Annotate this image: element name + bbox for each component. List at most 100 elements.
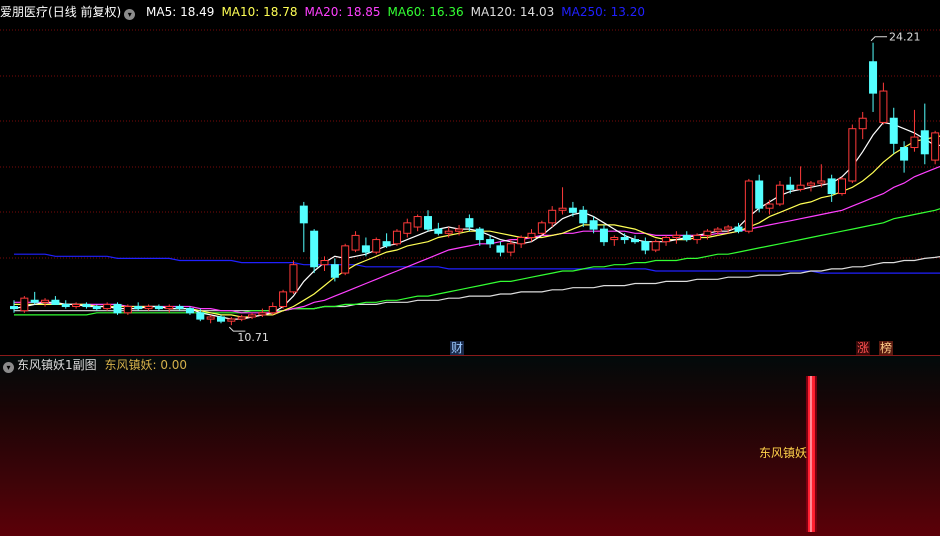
candle-body	[196, 312, 205, 320]
candle-body	[496, 245, 505, 253]
ma5-line	[13, 121, 940, 320]
low-marker-label: 10.71	[237, 331, 269, 344]
candle-body	[10, 306, 18, 310]
candle-body	[838, 178, 846, 195]
candle-body	[589, 220, 598, 230]
candle-body	[61, 303, 70, 308]
candle-body	[51, 299, 60, 305]
stock-name[interactable]: 爱朋医疗	[0, 5, 48, 19]
candle-body	[206, 316, 215, 320]
candle-body	[165, 306, 174, 310]
candle-body	[392, 230, 401, 245]
candle-body	[103, 303, 112, 310]
candle-body	[568, 207, 577, 213]
candle-body	[527, 232, 536, 238]
candle-body	[734, 226, 743, 232]
bang-tag[interactable]: 榜	[879, 341, 894, 355]
zhang-tag[interactable]: 涨	[856, 341, 871, 355]
candle-body	[123, 306, 132, 314]
candle-body	[765, 203, 774, 209]
candle-body	[786, 184, 795, 190]
candle-body	[82, 303, 91, 308]
candle-body	[258, 312, 267, 316]
candle-body	[486, 239, 495, 245]
candle-body	[755, 180, 764, 209]
candle-body	[517, 236, 526, 245]
signal-bar-highlight	[809, 376, 812, 532]
main-header: 爱朋医疗(日线 前复权) ▾ MA5: 18.49 MA10: 18.78 MA20:…	[0, 3, 652, 21]
ma-legend-item: MA5: 18.49	[146, 5, 215, 19]
candle-body	[672, 234, 681, 238]
indicator-label: 东风镇妖:	[104, 358, 157, 372]
sub-header: ▾ 东风镇妖1副图 东风镇妖: 0.00	[0, 356, 187, 374]
candle-body	[775, 184, 784, 205]
candle-body	[299, 205, 308, 224]
candle-body	[413, 216, 422, 228]
candle-body	[330, 264, 339, 278]
candle-body	[920, 130, 929, 155]
candle-body	[372, 239, 381, 253]
ma60-line	[14, 208, 940, 316]
candle-body	[268, 306, 277, 314]
indicator-value: 0.00	[160, 358, 188, 372]
chevron-down-icon[interactable]: ▾	[3, 362, 14, 373]
candle-body	[703, 230, 712, 236]
sub-title[interactable]: 东风镇妖1副图	[17, 358, 97, 372]
candle-body	[382, 241, 391, 247]
candle-body	[227, 318, 236, 322]
candle-body	[113, 303, 122, 314]
candle-body	[310, 230, 319, 268]
candle-body	[248, 314, 257, 318]
candle-body	[30, 299, 39, 303]
candle-body	[475, 228, 484, 241]
candle-body	[320, 260, 329, 266]
candle-body	[900, 147, 909, 161]
candle-body	[548, 209, 557, 224]
candle-body	[713, 228, 722, 232]
candle-body	[682, 234, 691, 241]
candle-body	[796, 184, 805, 190]
candle-body	[879, 90, 888, 123]
candle-body	[289, 264, 298, 293]
candle-body	[599, 228, 608, 243]
candle-body	[424, 216, 432, 230]
candle-body	[651, 241, 660, 251]
candle-body	[558, 207, 567, 211]
candle-body	[154, 306, 163, 310]
ma-legend-item: MA120: 14.03	[470, 5, 555, 19]
candle-body	[610, 236, 619, 241]
candle-body	[931, 132, 940, 161]
candle-body	[693, 234, 702, 241]
candle-body	[620, 236, 629, 241]
candle-body	[279, 291, 288, 308]
candle-body	[434, 228, 443, 234]
candle-body	[631, 239, 639, 243]
candle-body	[351, 234, 360, 251]
fin-tag[interactable]: 财	[450, 341, 465, 355]
candle-body	[848, 128, 857, 182]
candle-body	[92, 306, 101, 310]
candle-body	[537, 222, 546, 234]
signal-label: 东风镇妖	[759, 446, 808, 460]
candle-body	[858, 117, 867, 130]
candle-body	[827, 178, 836, 195]
chevron-down-icon[interactable]: ▾	[124, 9, 136, 20]
candle-body	[217, 316, 225, 322]
candle-body	[144, 306, 153, 310]
candle-body	[41, 299, 50, 303]
candle-body	[237, 316, 246, 320]
candle-body	[817, 180, 826, 184]
candle-body	[910, 136, 919, 149]
period-label[interactable]: (日线 前复权)	[48, 5, 121, 19]
candle-body	[20, 297, 29, 312]
candle-body	[579, 209, 588, 224]
ma-legend-item: MA250: 13.20	[561, 5, 645, 19]
candle-body	[341, 245, 350, 274]
ma10-line	[14, 135, 940, 318]
candle-body	[869, 61, 878, 94]
candle-body	[641, 241, 650, 251]
ma250-line	[14, 253, 940, 274]
ma-legend-item: MA60: 16.36	[387, 5, 464, 19]
high-marker-line	[870, 36, 888, 42]
ma-legend: MA5: 18.49 MA10: 18.78 MA20: 18.85 MA60: 16…	[146, 5, 652, 19]
